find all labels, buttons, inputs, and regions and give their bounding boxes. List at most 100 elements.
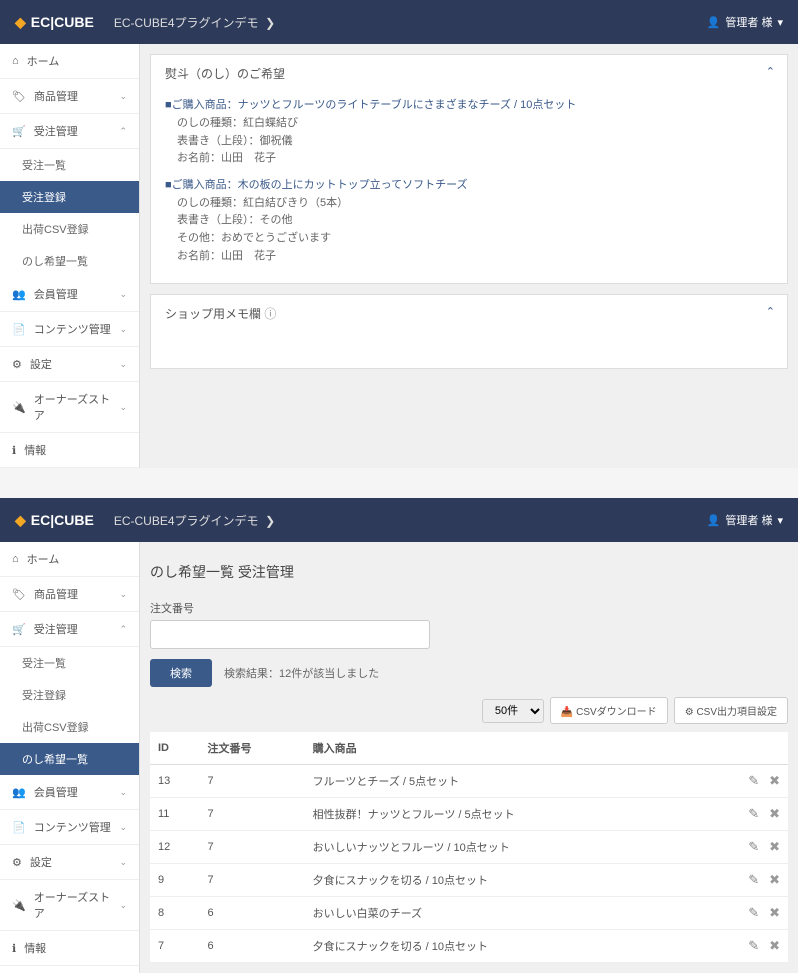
chevron-down-icon: ⌄ <box>119 289 127 300</box>
col-id: ID <box>150 732 199 765</box>
nav-order-list[interactable]: 受注一覧 <box>0 647 139 679</box>
nav-orders[interactable]: 🛒受注管理⌃ <box>0 612 139 647</box>
user-menu[interactable]: 👤管理者 様 ▾ <box>707 512 783 528</box>
nav-home[interactable]: ⌂ホーム <box>0 44 139 79</box>
noshi-type: のしの種類：紅白蝶結び <box>177 115 773 133</box>
breadcrumb[interactable]: EC-CUBE4プラグインデモ ❯ <box>114 512 275 529</box>
nav-orders[interactable]: 🛒受注管理⌃ <box>0 114 139 149</box>
cell-order-no: 7 <box>199 765 304 798</box>
header: ◆EC|CUBE EC-CUBE4プラグインデモ ❯ 👤管理者 様 ▾ <box>0 498 798 542</box>
nav-members[interactable]: 👥会員管理⌄ <box>0 775 139 810</box>
nav-home[interactable]: ⌂ホーム <box>0 542 139 577</box>
nav-noshi-list[interactable]: のし希望一覧 <box>0 245 139 277</box>
user-menu[interactable]: 👤管理者 様 ▾ <box>707 14 783 30</box>
delete-icon[interactable]: ✖ <box>769 773 780 788</box>
edit-icon[interactable]: ✎ <box>748 773 759 788</box>
cell-order-no: 7 <box>199 798 304 831</box>
nav-info[interactable]: ℹ情報 <box>0 931 139 966</box>
edit-icon[interactable]: ✎ <box>748 806 759 821</box>
plug-icon: 🔌 <box>12 401 26 414</box>
nav-order-reg[interactable]: 受注登録 <box>0 181 139 213</box>
noshi-name: お名前：山田 花子 <box>177 150 773 168</box>
cell-product: 夕食にスナックを切る / 10点セット <box>305 930 687 963</box>
edit-icon[interactable]: ✎ <box>748 872 759 887</box>
edit-icon[interactable]: ✎ <box>748 905 759 920</box>
cube-icon: ◆ <box>15 14 26 31</box>
main-content: のし希望一覧 受注管理 注文番号 検索 検索結果：12件が該当しました 50件 … <box>140 542 798 973</box>
table-row: 76夕食にスナックを切る / 10点セット ✎ ✖ <box>150 930 788 963</box>
tag-icon: 🏷 <box>12 588 26 601</box>
cell-order-no: 6 <box>199 930 304 963</box>
nav-contents[interactable]: 📄コンテンツ管理⌄ <box>0 312 139 347</box>
cell-id: 9 <box>150 864 199 897</box>
table-row: 97夕食にスナックを切る / 10点セット ✎ ✖ <box>150 864 788 897</box>
users-icon: 👥 <box>12 288 26 301</box>
doc-icon: 📄 <box>12 323 26 336</box>
csv-settings-button[interactable]: ⚙ CSV出力項目設定 <box>674 697 788 724</box>
delete-icon[interactable]: ✖ <box>769 839 780 854</box>
cell-product: おいしいナッツとフルーツ / 10点セット <box>305 831 687 864</box>
nav-owners[interactable]: 🔌オーナーズストア⌄ <box>0 880 139 931</box>
cell-order-no: 7 <box>199 864 304 897</box>
nav-settings[interactable]: ⚙設定⌄ <box>0 347 139 382</box>
cell-order-no: 6 <box>199 897 304 930</box>
noshi-block-2: ■ご購入商品：木の板の上にカットトップ立ってソフトチーズ のしの種類：紅白結びき… <box>165 176 773 265</box>
col-product: 購入商品 <box>305 732 687 765</box>
nav-members[interactable]: 👥会員管理⌄ <box>0 277 139 312</box>
delete-icon[interactable]: ✖ <box>769 905 780 920</box>
per-page-select[interactable]: 50件 <box>482 699 544 723</box>
logo: ◆EC|CUBE <box>15 512 94 529</box>
nav-order-list[interactable]: 受注一覧 <box>0 149 139 181</box>
delete-icon[interactable]: ✖ <box>769 938 780 953</box>
edit-icon[interactable]: ✎ <box>748 938 759 953</box>
edit-icon[interactable]: ✎ <box>748 839 759 854</box>
chevron-down-icon: ⌄ <box>119 359 127 370</box>
memo-title: ショップ用メモ欄 ⓘ <box>165 305 773 328</box>
table-row: 127おいしいナッツとフルーツ / 10点セット✎✖ <box>150 831 788 864</box>
delete-icon[interactable]: ✖ <box>769 806 780 821</box>
chevron-down-icon: ⌄ <box>119 787 127 798</box>
cell-product: 夕食にスナックを切る / 10点セット <box>305 864 687 897</box>
tag-icon: 🏷 <box>12 90 26 103</box>
chevron-down-icon: ⌄ <box>119 900 127 911</box>
collapse-icon[interactable]: ⌃ <box>766 65 775 78</box>
noshi-table: ID 注文番号 購入商品 137フルーツとチーズ / 5点セット✎✖117相性抜… <box>150 732 788 963</box>
nav-contents[interactable]: 📄コンテンツ管理⌄ <box>0 810 139 845</box>
memo-card: ショップ用メモ欄 ⓘ ⌃ <box>150 294 788 369</box>
search-button[interactable]: 検索 <box>150 659 212 687</box>
order-number-input[interactable] <box>150 620 430 649</box>
nav-order-reg[interactable]: 受注登録 <box>0 679 139 711</box>
nav-settings[interactable]: ⚙設定⌄ <box>0 845 139 880</box>
nav-info[interactable]: ℹ情報 <box>0 433 139 468</box>
chevron-down-icon: ⌄ <box>119 324 127 335</box>
nav-ship-csv[interactable]: 出荷CSV登録 <box>0 213 139 245</box>
table-row: 137フルーツとチーズ / 5点セット✎✖ <box>150 765 788 798</box>
cell-id: 8 <box>150 897 199 930</box>
gear-icon: ⚙ <box>12 358 22 371</box>
search-result-text: 検索結果：12件が該当しました <box>224 665 379 681</box>
noshi-heading: 表書き（上段）：御祝儀 <box>177 133 773 151</box>
cube-icon: ◆ <box>15 512 26 529</box>
nav-products[interactable]: 🏷商品管理⌄ <box>0 577 139 612</box>
cell-product: おいしい白菜のチーズ <box>305 897 687 930</box>
search-label: 注文番号 <box>150 600 788 616</box>
cell-id: 7 <box>150 930 199 963</box>
product-title: ■ご購入商品：木の板の上にカットトップ立ってソフトチーズ <box>165 176 773 192</box>
nav-noshi-list[interactable]: のし希望一覧 <box>0 743 139 775</box>
delete-icon[interactable]: ✖ <box>769 872 780 887</box>
csv-download-button[interactable]: 📥 CSVダウンロード <box>550 697 668 724</box>
nav-products[interactable]: 🏷商品管理⌄ <box>0 79 139 114</box>
collapse-icon[interactable]: ⌃ <box>766 305 775 318</box>
noshi-type: のしの種類：紅白結びきり（5本） <box>177 195 773 213</box>
nav-owners[interactable]: 🔌オーナーズストア⌄ <box>0 382 139 433</box>
breadcrumb[interactable]: EC-CUBE4プラグインデモ ❯ <box>114 14 275 31</box>
avatar-icon: 👤 <box>707 16 721 29</box>
col-order-no: 注文番号 <box>199 732 304 765</box>
doc-icon: 📄 <box>12 821 26 834</box>
help-icon[interactable]: ⓘ <box>264 307 276 321</box>
table-row: 86おいしい白菜のチーズ ✎ ✖ <box>150 897 788 930</box>
avatar-icon: 👤 <box>707 514 721 527</box>
cart-icon: 🛒 <box>12 623 26 636</box>
header: ◆EC|CUBE EC-CUBE4プラグインデモ ❯ 👤管理者 様 ▾ <box>0 0 798 44</box>
nav-ship-csv[interactable]: 出荷CSV登録 <box>0 711 139 743</box>
